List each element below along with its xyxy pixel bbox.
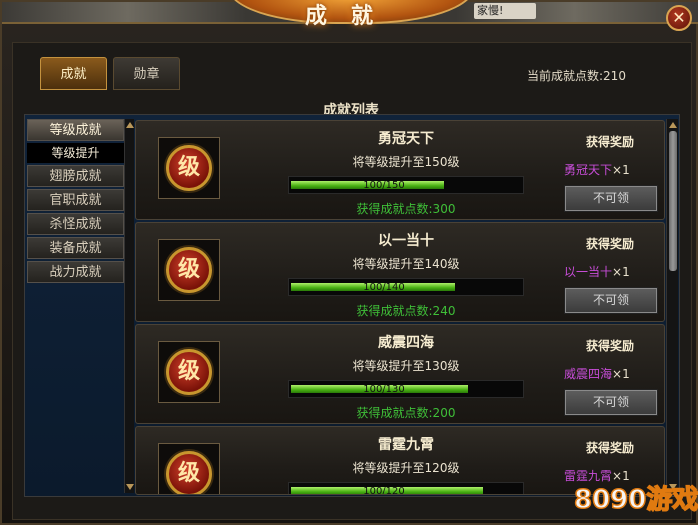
achievement-card: 级 威震四海 将等级提升至130级 100/130 获得成就点数:200 获得奖… xyxy=(135,324,665,424)
category-sidebar: 等级成就 等级提升 翅膀成就 官职成就 杀怪成就 装备成就 战力成就 xyxy=(27,119,124,285)
achievement-points-reward: 获得成就点数:300 xyxy=(356,202,456,216)
reward-name: 威震四海 xyxy=(564,367,613,381)
achievement-name: 雷霆九霄 xyxy=(378,437,434,453)
progress-text: 100/150 xyxy=(363,180,405,191)
window-title: 成就 xyxy=(304,4,397,29)
scrollbar-thumb[interactable] xyxy=(669,131,677,271)
watermark-text: 8090游戏 xyxy=(574,485,698,515)
scroll-up-arrow-icon[interactable] xyxy=(669,122,677,128)
achievement-points-reward: 获得成就点数:200 xyxy=(356,406,456,420)
achievement-points: 当前成就点数:210 xyxy=(527,69,626,83)
achievement-desc: 将等级提升至150级 xyxy=(352,155,460,169)
reward-name: 勇冠天下 xyxy=(564,163,613,177)
achievement-card: 级 勇冠天下 将等级提升至150级 100/150 获得成就点数:300 获得奖… xyxy=(135,120,665,220)
tab-medal[interactable]: 勋章 xyxy=(113,57,180,90)
top-message: 家慢! xyxy=(474,3,536,19)
watermark-logo: 8090游戏 xyxy=(573,484,698,516)
progress-bar: 100/130 xyxy=(288,380,524,398)
sidebar-item-level[interactable]: 等级成就 xyxy=(27,119,124,141)
level-badge-icon: 级 xyxy=(158,341,220,403)
progress-text: 100/140 xyxy=(363,282,405,293)
level-badge-icon: 级 xyxy=(158,443,220,494)
tab-achievement[interactable]: 成就 xyxy=(40,57,107,90)
badge-glyph: 级 xyxy=(166,349,212,395)
reward-name: 以一当十 xyxy=(564,265,613,279)
sidebar-scrollbar[interactable] xyxy=(124,119,134,493)
sidebar-item-wings[interactable]: 翅膀成就 xyxy=(27,165,124,187)
sidebar-subitem-level-up[interactable]: 等级提升 xyxy=(27,143,124,163)
achievement-name: 勇冠天下 xyxy=(378,131,434,147)
reward-count: ×1 xyxy=(612,367,630,381)
reward-title: 获得奖励 xyxy=(586,135,635,149)
achievement-name: 以一当十 xyxy=(378,233,434,249)
achievement-desc: 将等级提升至130级 xyxy=(352,359,460,373)
achievement-desc: 将等级提升至120级 xyxy=(352,461,460,475)
sidebar-item-official[interactable]: 官职成就 xyxy=(27,189,124,211)
reward-item: 以一当十×1 xyxy=(564,263,630,280)
sidebar-item-equipment[interactable]: 装备成就 xyxy=(27,237,124,259)
level-badge-icon: 级 xyxy=(158,137,220,199)
sidebar-item-kills[interactable]: 杀怪成就 xyxy=(27,213,124,235)
close-button[interactable]: ✕ xyxy=(666,5,692,31)
progress-bar: 100/120 xyxy=(288,482,524,495)
progress-text: 100/120 xyxy=(363,486,405,495)
reward-item: 勇冠天下×1 xyxy=(564,161,630,178)
reward-count: ×1 xyxy=(612,163,630,177)
reward-title: 获得奖励 xyxy=(586,339,635,353)
achievement-points-reward: 获得成就点数:240 xyxy=(356,304,456,318)
claim-button[interactable]: 不可领 xyxy=(564,389,658,416)
claim-button[interactable]: 不可领 xyxy=(564,287,658,314)
reward-count: ×1 xyxy=(612,265,630,279)
achievement-desc: 将等级提升至140级 xyxy=(352,257,460,271)
scroll-down-arrow-icon[interactable] xyxy=(126,484,134,490)
achievement-window: 成就 家慢! ✕ 成就 勋章 当前成就点数:210 成就列表 等级成就 等级提升… xyxy=(0,0,698,525)
reward-item: 威震四海×1 xyxy=(564,365,630,382)
progress-bar: 100/140 xyxy=(288,278,524,296)
achievement-card: 级 以一当十 将等级提升至140级 100/140 获得成就点数:240 获得奖… xyxy=(135,222,665,322)
reward-title: 获得奖励 xyxy=(586,441,635,455)
badge-glyph: 级 xyxy=(166,247,212,293)
badge-glyph: 级 xyxy=(166,145,212,191)
sidebar-item-power[interactable]: 战力成就 xyxy=(27,261,124,283)
claim-button[interactable]: 不可领 xyxy=(564,185,658,212)
level-badge-icon: 级 xyxy=(158,239,220,301)
reward-title: 获得奖励 xyxy=(586,237,635,251)
achievement-name: 威震四海 xyxy=(378,335,434,351)
scroll-up-arrow-icon[interactable] xyxy=(126,122,134,128)
badge-glyph: 级 xyxy=(166,451,212,494)
list-scrollbar[interactable] xyxy=(666,119,678,493)
progress-text: 100/130 xyxy=(363,384,405,395)
progress-bar: 100/150 xyxy=(288,176,524,194)
